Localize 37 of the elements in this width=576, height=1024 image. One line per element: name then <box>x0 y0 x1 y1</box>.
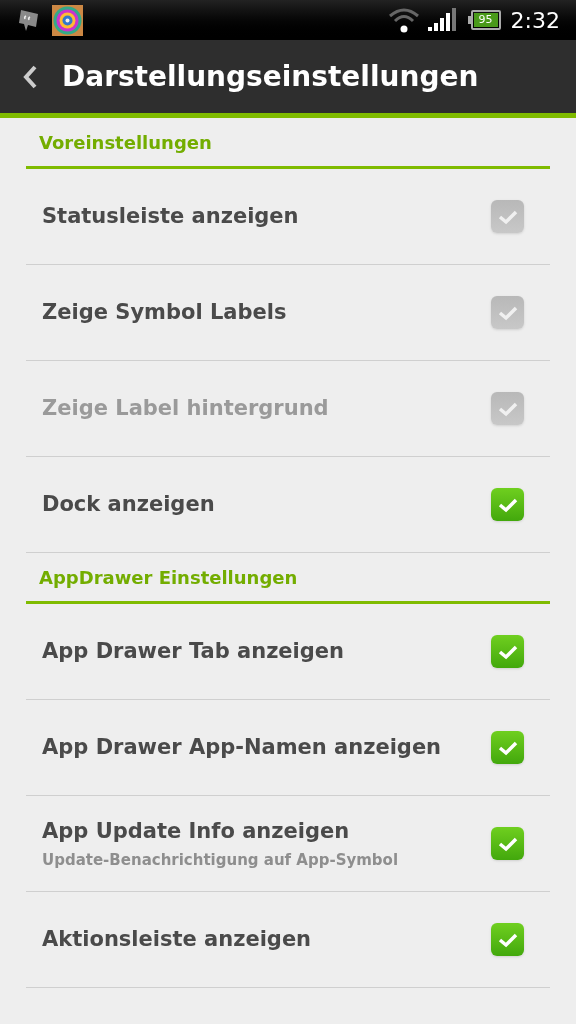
signal-icon <box>427 8 456 32</box>
clock: 2:32 <box>510 6 560 35</box>
setting-label: App Update Info anzeigen <box>42 817 351 845</box>
checkbox[interactable] <box>491 731 524 764</box>
setting-label: Zeige Label hintergrund <box>42 394 330 422</box>
check-icon <box>497 400 518 417</box>
setting-label: Dock anzeigen <box>42 490 216 518</box>
check-icon <box>497 739 518 756</box>
setting-label: Zeige Symbol Labels <box>42 298 288 326</box>
checkbox[interactable] <box>491 923 524 956</box>
setting-label: Statusleiste anzeigen <box>42 202 300 230</box>
setting-label: App Drawer Tab anzeigen <box>42 637 346 665</box>
setting-row[interactable]: Zeige Symbol Labels <box>26 265 550 361</box>
setting-row[interactable]: App Drawer Tab anzeigen <box>26 604 550 700</box>
checkbox[interactable] <box>491 827 524 860</box>
setting-row[interactable]: App Update Info anzeigen Update-Benachrichtigung auf App-Symbol <box>26 796 550 892</box>
setting-summary: Update-Benachrichtigung auf App-Symbol <box>42 850 400 871</box>
check-icon <box>497 835 518 852</box>
screen-title: Darstellungseinstellungen <box>62 58 479 95</box>
setting-row[interactable]: Dock anzeigen <box>26 457 550 553</box>
check-icon <box>497 496 518 513</box>
setting-label: Aktionsleiste anzeigen <box>42 925 313 953</box>
check-icon <box>497 304 518 321</box>
check-icon <box>497 208 518 225</box>
check-icon <box>497 931 518 948</box>
battery-level: 95 <box>473 13 498 27</box>
checkbox[interactable] <box>491 635 524 668</box>
wifi-icon <box>387 7 420 33</box>
checkbox[interactable] <box>491 488 524 521</box>
section-header: Voreinstellungen <box>39 131 212 155</box>
setting-row[interactable]: App Drawer App-Namen anzeigen <box>26 700 550 796</box>
setting-label: App Drawer App-Namen anzeigen <box>42 733 443 761</box>
setting-row[interactable]: Statusleiste anzeigen <box>26 169 550 265</box>
check-icon <box>497 643 518 660</box>
back-icon <box>22 63 38 90</box>
section-header: AppDrawer Einstellungen <box>39 566 298 590</box>
setting-row[interactable]: Aktionsleiste anzeigen <box>26 892 550 988</box>
